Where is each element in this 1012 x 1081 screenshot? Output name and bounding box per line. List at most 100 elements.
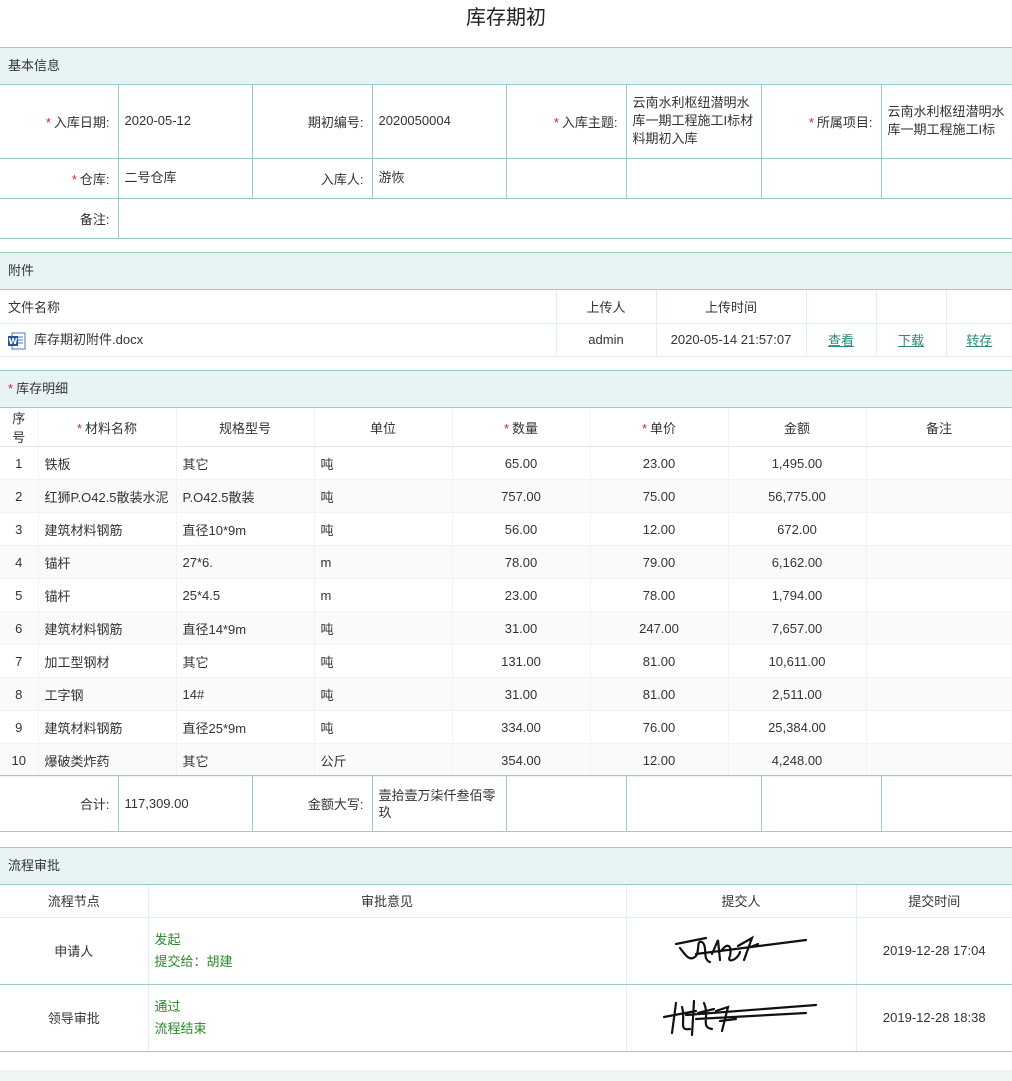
col-price: * 单价 xyxy=(590,408,729,447)
row-no-cell: 7 xyxy=(0,644,39,678)
remark-cell xyxy=(866,479,1012,513)
remark-cell xyxy=(866,677,1012,711)
remark-cell xyxy=(866,545,1012,579)
time-cell: 2019-12-28 18:38 xyxy=(856,984,1012,1052)
amount-cell: 10,611.00 xyxy=(728,644,867,678)
warehouse-value[interactable]: 二号仓库 xyxy=(118,158,253,199)
approval-header: 流程审批 xyxy=(0,847,1012,885)
amount-cell: 1,794.00 xyxy=(728,578,867,612)
table-row: 8 工字钢 14# 吨 31.00 81.00 2,511.00 xyxy=(0,677,1012,711)
receiver-label: 入库人: xyxy=(252,158,373,199)
price-cell: 78.00 xyxy=(590,578,729,612)
spec-cell: 27*6. xyxy=(176,545,315,579)
amount-cell: 6,162.00 xyxy=(728,545,867,579)
unit-cell: 吨 xyxy=(314,677,453,711)
spec-cell: 直径10*9m xyxy=(176,512,315,546)
table-row: 6 建筑材料钢筋 直径14*9m 吨 31.00 247.00 7,657.00 xyxy=(0,611,1012,645)
detail-title: 库存明细 xyxy=(16,381,69,396)
basic-info-table: * 入库日期: 2020-05-12 期初编号: 2020050004 * 入库主题… xyxy=(0,85,1012,239)
table-row: 2 红狮P.O42.5散装水泥 P.O42.5散装吨 757.00 75.00 56,77… xyxy=(0,479,1012,513)
page-title: 库存期初 xyxy=(466,7,546,29)
unit-cell: m xyxy=(314,578,453,612)
spec-cell: 直径14*9m xyxy=(176,611,315,645)
material-name-cell: 建筑材料钢筋 xyxy=(38,512,177,546)
opinion-line: 发起 xyxy=(154,931,181,947)
col-opinion: 审批意见 xyxy=(148,885,627,918)
qty-cell: 56.00 xyxy=(452,512,591,546)
unit-cell: 吨 xyxy=(314,512,453,546)
qty-cell: 131.00 xyxy=(452,644,591,678)
date-value[interactable]: 2020-05-12 xyxy=(118,85,253,159)
attach-header-uploader: 上传人 xyxy=(556,290,657,324)
table-row: 5 锚杆 25*4.5 m 23.00 78.00 1,794.00 xyxy=(0,578,1012,612)
attachments-header: 附件 xyxy=(0,252,1012,290)
row-no-cell: 3 xyxy=(0,512,39,546)
code-label: 期初编号: xyxy=(252,85,373,159)
spec-cell: 直径25*9m xyxy=(176,710,315,744)
amount-cell: 4,248.00 xyxy=(728,743,867,777)
price-cell: 81.00 xyxy=(590,644,729,678)
remark-cell xyxy=(866,710,1012,744)
col-unit: 单位 xyxy=(314,408,453,447)
attach-header-name: 文件名称 xyxy=(0,290,557,324)
signature-image xyxy=(662,999,818,1037)
code-value: 2020050004 xyxy=(372,85,507,159)
material-name-cell: 锚杆 xyxy=(38,578,177,612)
material-name-cell: 爆破类炸药 xyxy=(38,743,177,777)
remark-value[interactable] xyxy=(118,198,1012,239)
upper-label: 金额大写: xyxy=(252,775,373,832)
col-node: 流程节点 xyxy=(0,885,149,918)
empty-cell xyxy=(881,158,1012,199)
amount-cell: 2,511.00 xyxy=(728,677,867,711)
unit-cell: 吨 xyxy=(314,644,453,678)
empty-cell xyxy=(506,775,627,832)
row-no-cell: 4 xyxy=(0,545,39,579)
date-label: * 入库日期: xyxy=(0,85,119,159)
signature-image xyxy=(674,935,808,964)
view-link[interactable]: 查看 xyxy=(828,333,854,348)
svg-text:W: W xyxy=(9,337,18,346)
signature-cell xyxy=(626,917,857,985)
unit-cell: 吨 xyxy=(314,479,453,513)
remark-label: 备注: xyxy=(0,198,119,239)
basic-info-title: 基本信息 xyxy=(8,58,61,73)
download-link[interactable]: 下载 xyxy=(898,333,924,348)
subject-label: * 入库主题: xyxy=(506,85,627,159)
col-qty: * 数量 xyxy=(452,408,591,447)
table-row: 3 建筑材料钢筋 直径10*9m 吨 56.00 12.00 672.00 xyxy=(0,512,1012,546)
material-name-cell: 工字钢 xyxy=(38,677,177,711)
empty-cell xyxy=(881,775,1012,832)
row-no-cell: 1 xyxy=(0,446,39,480)
row-no-cell: 5 xyxy=(0,578,39,612)
empty-cell xyxy=(806,290,877,324)
col-name: * 材料名称 xyxy=(38,408,177,447)
spec-cell: 14# xyxy=(176,677,315,711)
material-name-cell: 红狮P.O42.5散装水泥 xyxy=(38,479,177,513)
empty-cell xyxy=(761,158,882,199)
warehouse-label: * 仓库: xyxy=(0,158,119,199)
subject-value[interactable]: 云南水利枢纽潜明水库一期工程施工I标材料期初入库 xyxy=(626,85,762,159)
empty-cell xyxy=(506,158,627,199)
project-value[interactable]: 云南水利枢纽潜明水库一期工程施工I标 xyxy=(881,85,1012,159)
material-name-cell: 建筑材料钢筋 xyxy=(38,710,177,744)
price-cell: 81.00 xyxy=(590,677,729,711)
receiver-value[interactable]: 游恢 xyxy=(372,158,507,199)
qty-cell: 354.00 xyxy=(452,743,591,777)
col-submitter: 提交人 xyxy=(626,885,857,918)
sum-label: 合计: xyxy=(0,775,119,832)
price-cell: 23.00 xyxy=(590,446,729,480)
remark-cell xyxy=(866,743,1012,777)
detail-table: 序号 * 材料名称 规格型号 单位 * 数量 * 单价 金额 备注 1 铁板 其它吨 65.… xyxy=(0,408,1012,777)
approval-title: 流程审批 xyxy=(8,858,61,873)
word-doc-icon: W xyxy=(8,332,26,350)
node-cell: 申请人 xyxy=(0,917,149,985)
total-table: 合计: 117,309.00 金额大写: 壹拾壹万柒仟叁佰零玖 xyxy=(0,775,1012,832)
opinion-cell: 发起 提交给：胡建 xyxy=(148,917,627,985)
price-cell: 247.00 xyxy=(590,611,729,645)
attach-file-name[interactable]: W 库存期初附件.docx xyxy=(0,323,557,357)
signature-cell xyxy=(626,984,857,1052)
upper-value: 壹拾壹万柒仟叁佰零玖 xyxy=(372,775,507,832)
opinion-line: 流程结束 xyxy=(154,1020,207,1036)
save-link[interactable]: 转存 xyxy=(966,333,992,348)
price-cell: 12.00 xyxy=(590,512,729,546)
